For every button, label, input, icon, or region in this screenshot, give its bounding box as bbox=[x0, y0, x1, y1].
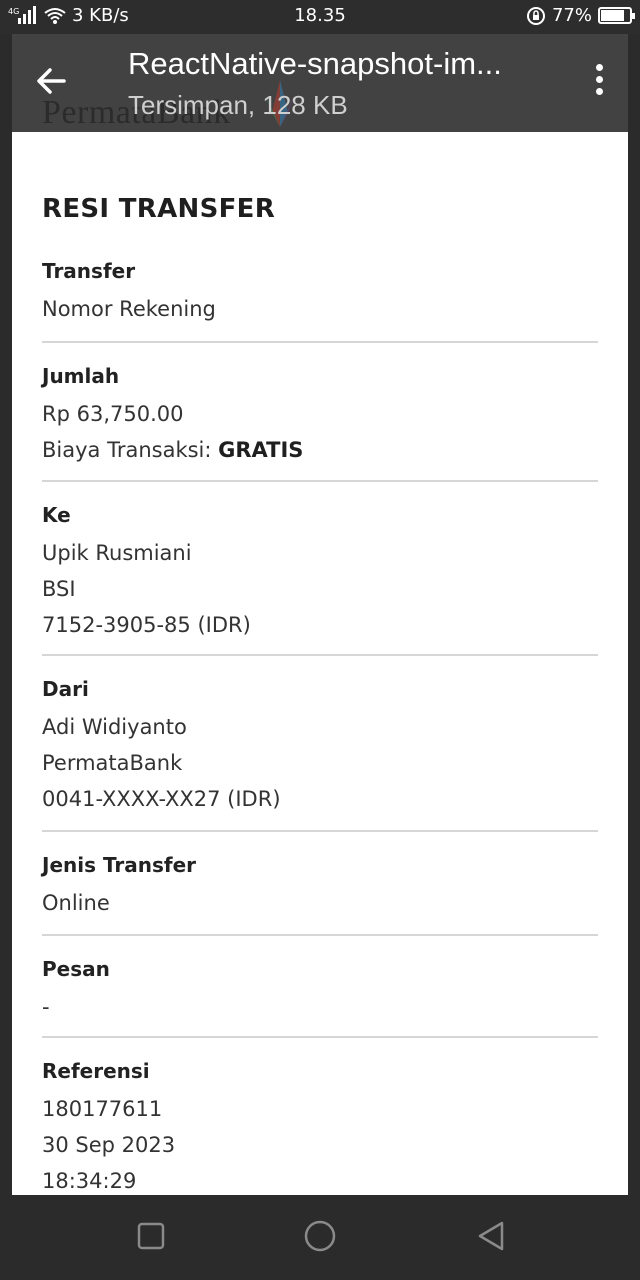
section-value: 7152-3905-85 (IDR) bbox=[42, 613, 251, 637]
section-value: Upik Rusmiani bbox=[42, 541, 192, 565]
rotation-lock-icon bbox=[526, 6, 545, 25]
section-label: Jumlah bbox=[42, 364, 120, 388]
triangle-back-icon[interactable] bbox=[474, 1219, 508, 1253]
section-value: 18:34:29 bbox=[42, 1169, 137, 1193]
section-value: 30 Sep 2023 bbox=[42, 1133, 176, 1157]
circle-home-icon[interactable] bbox=[303, 1219, 337, 1253]
status-right: 77% bbox=[526, 5, 635, 26]
divider bbox=[42, 1036, 598, 1038]
section-referensi: Referensi 180177611 30 Sep 2023 18:34:29 bbox=[42, 1056, 598, 1195]
section-label: Pesan bbox=[42, 957, 110, 981]
section-value: Rp 63,750.00 bbox=[42, 402, 184, 426]
section-value: Adi Widiyanto bbox=[42, 715, 187, 739]
receipt-title: RESI TRANSFER bbox=[42, 194, 276, 224]
divider bbox=[42, 480, 598, 482]
section-label: Jenis Transfer bbox=[42, 853, 197, 877]
section-value: PermataBank bbox=[42, 751, 183, 775]
document-title: ReactNative-snapshot-im... bbox=[128, 46, 502, 81]
section-jenis-transfer: Jenis Transfer Online bbox=[42, 850, 598, 922]
square-recents-icon[interactable] bbox=[134, 1219, 168, 1253]
document-subtitle: Tersimpan, 128 KB bbox=[128, 90, 348, 120]
section-value: Nomor Rekening bbox=[42, 297, 216, 321]
section-label: Referensi bbox=[42, 1059, 150, 1083]
section-value: Online bbox=[42, 891, 110, 915]
back-arrow-icon[interactable] bbox=[32, 62, 70, 100]
section-label: Transfer bbox=[42, 259, 136, 283]
section-value: BSI bbox=[42, 577, 76, 601]
app-bar: PermataBank ReactNative-snapshot-im... T… bbox=[12, 34, 628, 132]
navigation-bar bbox=[0, 1195, 640, 1280]
more-options-icon[interactable] bbox=[584, 64, 614, 100]
section-ke: Ke Upik Rusmiani BSI 7152-3905-85 (IDR) bbox=[42, 500, 598, 644]
receipt-document: RESI TRANSFER Transfer Nomor Rekening Ju… bbox=[12, 132, 628, 1195]
divider bbox=[42, 341, 598, 343]
divider bbox=[42, 934, 598, 936]
divider bbox=[42, 654, 598, 656]
section-pesan: Pesan - bbox=[42, 954, 598, 1026]
divider bbox=[42, 830, 598, 832]
section-value: 0041-XXXX-XX27 (IDR) bbox=[42, 787, 281, 811]
section-dari: Dari Adi Widiyanto PermataBank 0041-XXXX… bbox=[42, 674, 598, 818]
battery-percent: 77% bbox=[551, 5, 592, 26]
fee-value: GRATIS bbox=[218, 438, 304, 462]
section-transfer: Transfer Nomor Rekening bbox=[42, 256, 598, 328]
section-label: Dari bbox=[42, 677, 89, 701]
section-label: Ke bbox=[42, 503, 71, 527]
section-value: - bbox=[42, 995, 50, 1019]
fee-line: Biaya Transaksi: GRATIS bbox=[42, 433, 598, 469]
fee-label: Biaya Transaksi: bbox=[42, 438, 219, 462]
section-jumlah: Jumlah Rp 63,750.00 Biaya Transaksi: GRA… bbox=[42, 361, 598, 469]
section-value: 180177611 bbox=[42, 1097, 163, 1121]
status-bar: 4G 3 KB/s 18.35 77% bbox=[0, 0, 640, 34]
battery-icon bbox=[598, 7, 635, 24]
battery-fill bbox=[601, 10, 625, 21]
